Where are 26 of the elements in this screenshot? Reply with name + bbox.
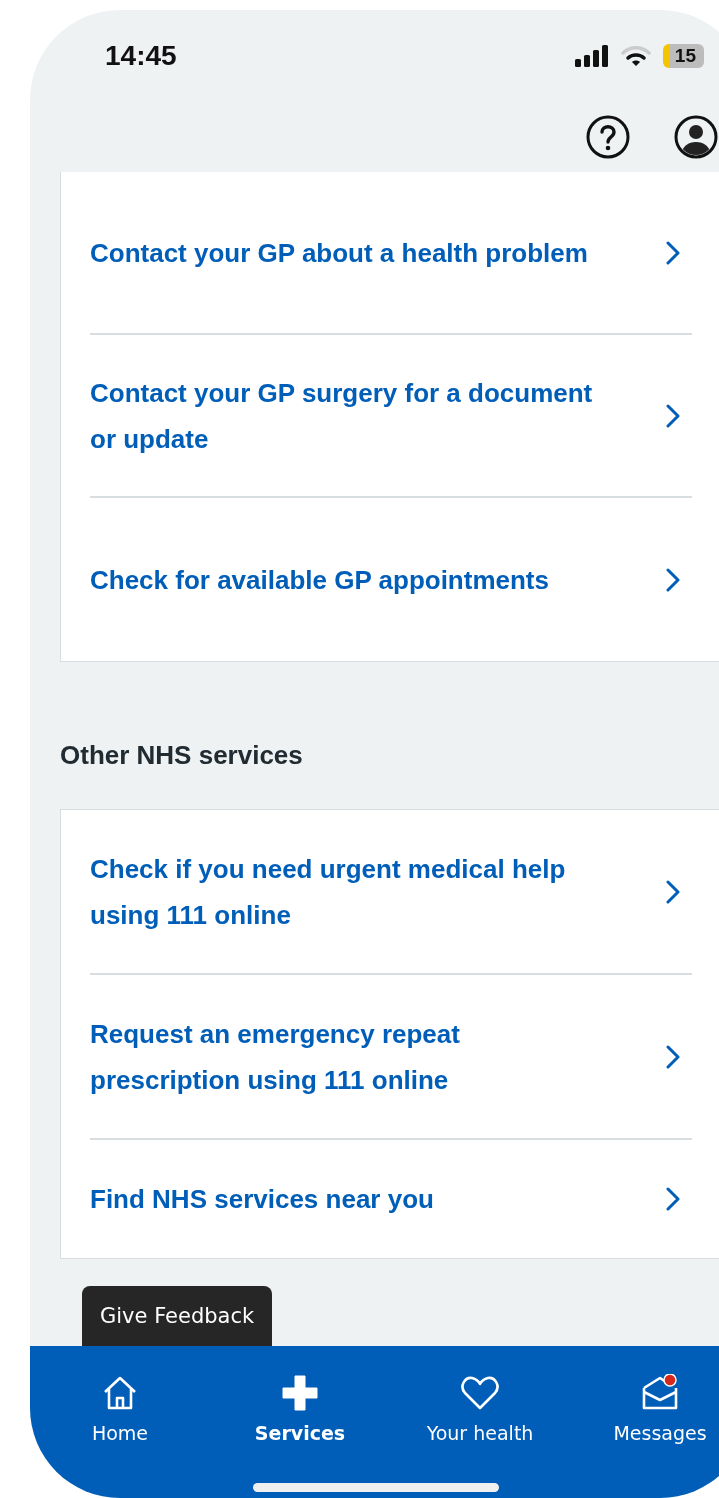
tab-item[interactable]: Messages <box>570 1346 719 1498</box>
chevron-right-icon <box>666 567 680 592</box>
wifi-icon <box>620 45 651 67</box>
feedback-button[interactable]: Give Feedback <box>82 1286 273 1346</box>
heart-icon <box>460 1374 500 1412</box>
battery-level: 15 <box>662 44 704 68</box>
chevron-right-icon <box>666 879 680 904</box>
service-link[interactable]: Find NHS services near you <box>90 1176 646 1222</box>
chevron-right-icon <box>666 1044 680 1069</box>
service-link[interactable]: Contact your GP about a health problem <box>90 229 646 276</box>
service-link[interactable]: Check if you need urgent medical help using 111 online <box>90 845 646 938</box>
tab-item[interactable]: Your health <box>390 1346 570 1498</box>
signal-icon <box>574 45 609 67</box>
service-link[interactable]: Contact your GP surgery for a document or update <box>90 369 646 462</box>
service-link[interactable]: Check for available GP appointments <box>90 556 646 603</box>
account-button[interactable] <box>672 113 719 161</box>
plus-icon <box>281 1374 319 1412</box>
help-button[interactable] <box>584 113 632 161</box>
tab-item[interactable]: Home <box>30 1346 210 1498</box>
service-link[interactable]: Request an emergency repeat prescription using 111 online <box>90 1010 646 1103</box>
chevron-right-icon <box>666 240 680 265</box>
chevron-right-icon <box>666 1187 680 1211</box>
tab-item[interactable]: Services <box>210 1346 390 1498</box>
section-heading: Other NHS services <box>60 740 304 771</box>
chevron-right-icon <box>666 403 680 428</box>
status-time: 14:45 <box>105 40 177 72</box>
